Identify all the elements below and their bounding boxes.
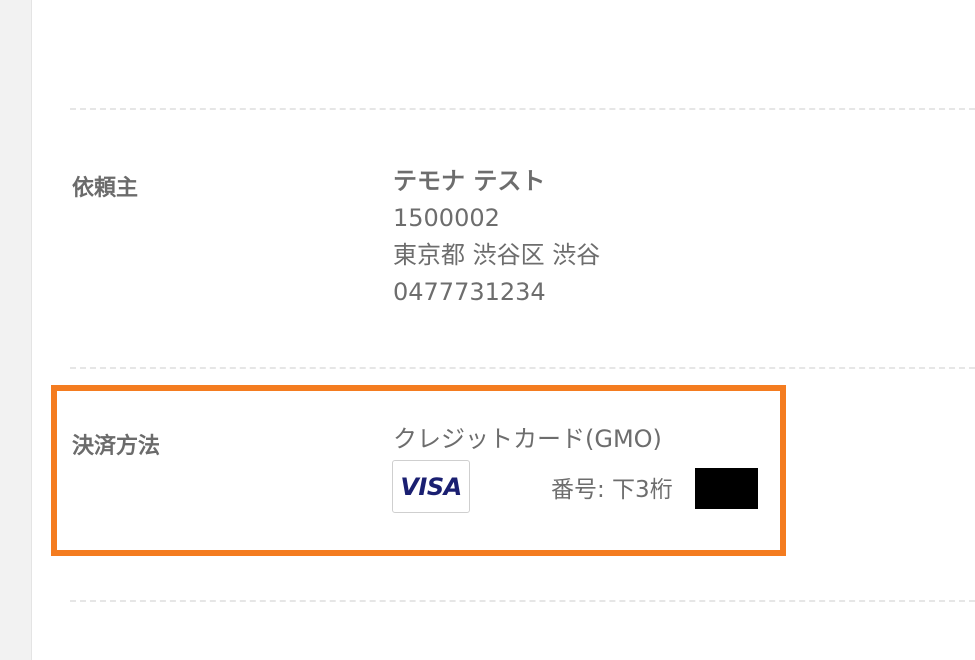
section-divider	[70, 600, 975, 602]
payment-method: クレジットカード(GMO)	[393, 425, 662, 453]
card-brand-text: VISA	[400, 472, 462, 501]
card-number-redaction	[695, 468, 758, 509]
content-panel	[31, 0, 975, 660]
requester-label: 依頼主	[72, 176, 139, 201]
requester-postal-code: 1500002	[393, 204, 500, 232]
section-divider	[70, 367, 975, 369]
visa-card-icon: VISA	[392, 460, 470, 513]
requester-phone: 0477731234	[393, 278, 546, 306]
requester-details: テモナ テスト 1500002 東京都 渋谷区 渋谷 0477731234	[393, 163, 600, 311]
section-divider	[70, 108, 975, 110]
card-number-label: 番号: 下3桁	[551, 477, 673, 503]
payment-label: 決済方法	[72, 434, 161, 459]
requester-name: テモナ テスト	[393, 167, 546, 195]
requester-address: 東京都 渋谷区 渋谷	[393, 241, 601, 269]
